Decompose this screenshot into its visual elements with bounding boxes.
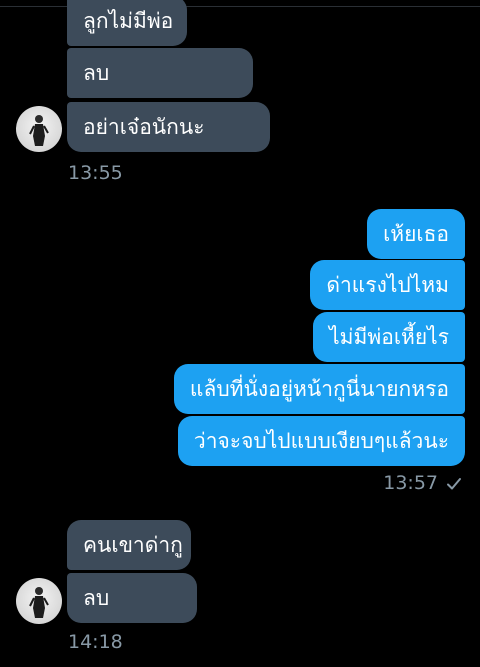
message-timestamp: 14:18 — [68, 631, 123, 653]
message-timestamp: 13:57 — [383, 472, 438, 494]
contact-avatar[interactable] — [16, 106, 62, 152]
incoming-message[interactable]: อย่าเจ๋อนักนะ — [67, 102, 270, 152]
outgoing-message[interactable]: แล้บที่นั่งอยู่หน้ากูนี่นายกหรอ — [173, 364, 465, 414]
incoming-message[interactable]: ลบ — [67, 48, 253, 98]
contact-avatar[interactable] — [16, 578, 62, 624]
outgoing-message[interactable]: ไม่มีพ่อเหี้ยไร — [313, 312, 465, 362]
incoming-message[interactable]: คนเขาด่ากู — [67, 520, 191, 570]
incoming-message[interactable]: ลบ — [67, 573, 197, 623]
message-timestamp-row: 13:57 — [383, 472, 462, 494]
message-timestamp: 13:55 — [68, 162, 123, 184]
outgoing-message[interactable]: ว่าจะจบไปแบบเงียบๆแล้วนะ — [177, 416, 465, 466]
outgoing-message[interactable]: เห้ยเธอ — [367, 209, 465, 259]
outgoing-message[interactable]: ด่าแรงไปไหม — [310, 260, 465, 310]
checkmark-icon — [446, 475, 462, 491]
incoming-message[interactable]: ลูกไม่มีพ่อ — [67, 0, 187, 46]
